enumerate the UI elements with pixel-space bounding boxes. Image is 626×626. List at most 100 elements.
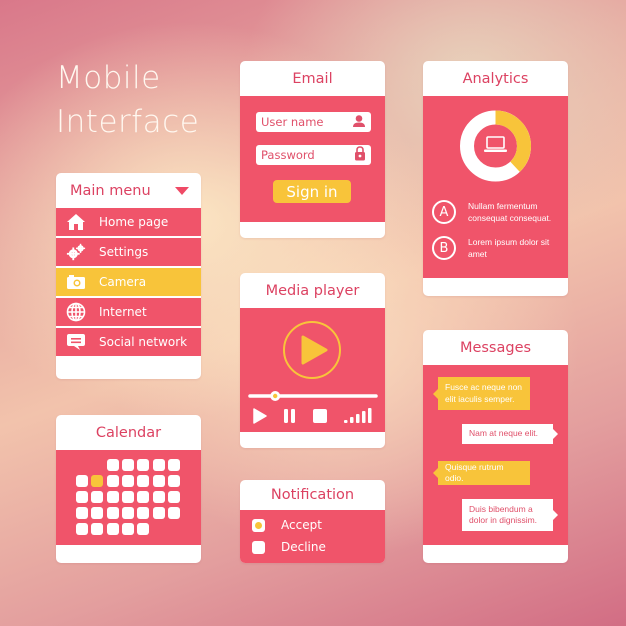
calendar-day[interactable] bbox=[137, 491, 150, 503]
volume-bar bbox=[350, 417, 354, 423]
media-player-body bbox=[240, 308, 385, 432]
calendar-day[interactable] bbox=[167, 475, 180, 487]
volume-bar bbox=[356, 414, 360, 423]
username-input[interactable]: User name bbox=[256, 112, 371, 132]
calendar-day[interactable] bbox=[167, 459, 180, 471]
legend-text-a: Nullam fermentum consequat consequat. bbox=[468, 201, 552, 223]
messages-body: Fusce ac neque non elit iaculis semper. … bbox=[423, 365, 568, 545]
calendar-day[interactable] bbox=[167, 507, 180, 519]
badge-b: B bbox=[432, 236, 456, 260]
menu-item-label: Camera bbox=[99, 275, 147, 289]
option-accept[interactable]: Accept bbox=[252, 518, 322, 532]
calendar-day[interactable] bbox=[76, 475, 88, 487]
media-controls bbox=[248, 321, 378, 424]
calendar-day[interactable] bbox=[106, 475, 119, 487]
calendar-day[interactable] bbox=[106, 523, 119, 535]
calendar-day[interactable] bbox=[137, 523, 150, 535]
menu-item-camera[interactable]: Camera bbox=[56, 268, 201, 296]
calendar-day[interactable] bbox=[106, 507, 119, 519]
user-icon bbox=[352, 114, 366, 131]
menu-item-home[interactable]: Home page bbox=[56, 208, 201, 236]
messages-card: Messages Fusce ac neque non elit iaculis… bbox=[423, 330, 568, 563]
calendar-day[interactable] bbox=[137, 507, 150, 519]
calendar-day[interactable] bbox=[137, 459, 150, 471]
password-placeholder: Password bbox=[261, 148, 315, 162]
camera-icon bbox=[66, 272, 86, 292]
calendar-day[interactable] bbox=[121, 507, 134, 519]
legend-text-b: Lorem ipsum dolor sit amet bbox=[468, 237, 550, 259]
accept-label: Accept bbox=[281, 518, 322, 532]
calendar-day[interactable] bbox=[152, 475, 165, 487]
home-icon bbox=[66, 212, 86, 232]
calendar-day[interactable] bbox=[152, 491, 165, 503]
page-title: Mobile Interface bbox=[56, 56, 199, 144]
menu-item-internet[interactable]: Internet bbox=[56, 298, 201, 326]
email-title: Email bbox=[292, 70, 333, 87]
notification-title: Notification bbox=[270, 487, 355, 503]
calendar-day[interactable] bbox=[106, 459, 119, 471]
calendar-title: Calendar bbox=[95, 424, 162, 441]
donut-chart bbox=[460, 110, 531, 182]
calendar-day[interactable] bbox=[76, 507, 88, 519]
lock-icon bbox=[354, 146, 366, 164]
calendar-day[interactable] bbox=[91, 523, 104, 535]
accept-checkbox[interactable] bbox=[252, 518, 265, 532]
message-outgoing: Nam at neque elit. bbox=[462, 424, 558, 444]
calendar-day[interactable] bbox=[137, 475, 150, 487]
main-menu-card: Main menu Home page Settings Camera Inte… bbox=[56, 173, 201, 379]
checked-dot-icon bbox=[255, 521, 262, 529]
email-card: Email User name Password Sign in bbox=[240, 61, 385, 238]
calendar-day[interactable] bbox=[91, 507, 104, 519]
message-incoming: Quisque rutrum odio. bbox=[433, 461, 530, 485]
chat-bubble-icon bbox=[66, 332, 86, 352]
sign-in-button[interactable]: Sign in bbox=[273, 180, 351, 203]
globe-icon bbox=[66, 302, 86, 322]
menu-item-label: Home page bbox=[99, 215, 169, 229]
notification-card: Notification Accept Decline bbox=[240, 480, 385, 563]
main-menu-title: Main menu bbox=[70, 182, 151, 199]
notification-body: Accept Decline bbox=[240, 510, 385, 563]
calendar-day[interactable] bbox=[121, 491, 134, 503]
password-input[interactable]: Password bbox=[256, 145, 371, 165]
message-incoming: Fusce ac neque non elit iaculis semper. bbox=[433, 377, 530, 410]
calendar-day[interactable] bbox=[152, 459, 165, 471]
calendar-day[interactable] bbox=[76, 491, 88, 503]
calendar-day[interactable] bbox=[121, 523, 134, 535]
pause-icon[interactable] bbox=[284, 409, 295, 423]
menu-item-settings[interactable]: Settings bbox=[56, 238, 201, 266]
title-line-1: Mobile bbox=[56, 60, 161, 96]
volume-bar bbox=[344, 420, 348, 423]
analytics-title: Analytics bbox=[462, 70, 529, 87]
volume-bar bbox=[368, 408, 372, 423]
stop-icon[interactable] bbox=[313, 409, 327, 423]
calendar-day[interactable] bbox=[106, 491, 119, 503]
caret-down-icon[interactable] bbox=[175, 186, 189, 195]
option-decline[interactable]: Decline bbox=[252, 540, 326, 554]
calendar-day[interactable] bbox=[76, 523, 88, 535]
decline-label: Decline bbox=[281, 540, 326, 554]
menu-item-label: Internet bbox=[99, 305, 147, 319]
calendar-day[interactable] bbox=[152, 507, 165, 519]
laptop-icon bbox=[484, 136, 507, 152]
calendar-card: Calendar bbox=[56, 415, 201, 563]
analytics-card: Analytics A Nullam fermentum consequat c… bbox=[423, 61, 568, 296]
big-play-button[interactable] bbox=[283, 321, 341, 379]
legend-item-b: B Lorem ipsum dolor sit amet bbox=[432, 236, 558, 260]
title-line-2: Interface bbox=[56, 104, 200, 140]
calendar-day[interactable] bbox=[167, 491, 180, 503]
progress-knob[interactable] bbox=[270, 391, 281, 401]
calendar-day[interactable] bbox=[91, 491, 104, 503]
calendar-day[interactable] bbox=[121, 459, 134, 471]
menu-item-label: Social network bbox=[99, 335, 188, 349]
main-menu-header[interactable]: Main menu bbox=[56, 173, 201, 208]
decline-checkbox[interactable] bbox=[252, 540, 265, 554]
calendar-day[interactable] bbox=[121, 475, 134, 487]
volume-icon[interactable] bbox=[344, 408, 372, 423]
analytics-body: A Nullam fermentum consequat consequat. … bbox=[423, 96, 568, 278]
volume-bar bbox=[362, 411, 366, 423]
calendar-day-selected[interactable] bbox=[91, 475, 104, 487]
media-player-title: Media player bbox=[265, 282, 360, 299]
menu-item-social-network[interactable]: Social network bbox=[56, 328, 201, 356]
media-player-card: Media player bbox=[240, 273, 385, 448]
play-icon[interactable] bbox=[253, 408, 267, 424]
